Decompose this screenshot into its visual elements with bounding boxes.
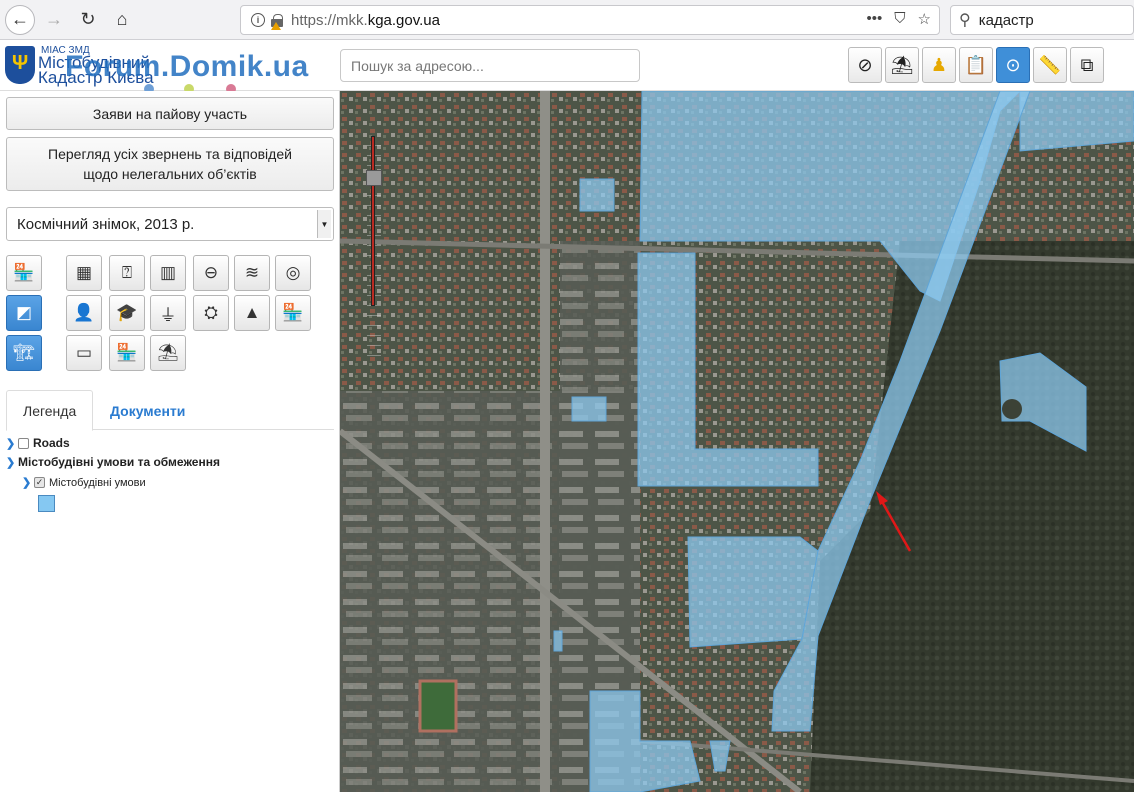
education-icon[interactable]: 🎓 [109,295,145,331]
stripes-zone-icon[interactable]: ≋ [234,255,270,291]
more-icon[interactable]: ••• [867,10,883,28]
basemap-select-value: Космічний знімок, 2013 р. [17,215,195,233]
conditions-polygon[interactable] [687,536,819,648]
kyiv-crest-icon [5,46,35,84]
clipboard-icon[interactable]: 📋 [959,47,993,83]
map-layer-icon[interactable]: ◩ [6,295,42,331]
url-bar[interactable]: i https://mkk. kga.gov.ua ••• ⛉ ☆ [240,5,940,35]
tab-documents[interactable]: Документи [94,390,201,431]
url-protocol: https://mkk. [291,11,368,29]
address-search-input[interactable] [340,49,640,82]
tree-row-roads: ❯ Roads [6,436,70,450]
road-icon[interactable]: ▲ [234,295,270,331]
market-stall-icon[interactable]: 🏪 [109,335,145,371]
conditions-checkbox[interactable]: ✓ [34,477,45,488]
zoom-slider[interactable] [366,136,382,356]
illegal-objects-button[interactable]: Перегляд усіх звернень та відповідей щод… [6,137,334,191]
forest-area [980,291,1134,611]
polygon-hole [1002,399,1022,419]
green-zone-icon[interactable]: ◎ [275,255,311,291]
url-host: kga.gov.ua [367,11,440,29]
restricted-zone-icon[interactable]: ⊖ [193,255,229,291]
reload-icon[interactable]: ↻ [73,5,103,35]
compass-icon[interactable]: ⊙ [996,47,1030,83]
search-icon: ⚲ [959,12,971,29]
chevron-down-icon[interactable]: ▼ [317,210,331,238]
satellite-map[interactable] [340,91,1134,792]
police-badge-icon[interactable]: ⛭ [193,295,229,331]
zoom-handle[interactable] [366,170,382,186]
person-icon[interactable]: 👤 [66,295,102,331]
browser-search-value: кадастр [978,11,1034,29]
conditions-polygon[interactable] [553,630,563,652]
warning-icon [271,22,281,30]
parcel-question-icon[interactable]: ⍰ [109,255,145,291]
roads-checkbox[interactable] [18,437,29,449]
conditions-polygon[interactable] [1019,91,1134,152]
pocket-icon[interactable]: ⛉ [894,10,905,28]
browser-search[interactable]: ⚲ кадастр [950,5,1134,35]
tool-strip: ⊘ ⛱ ♟ 📋 ⊙ 📏 ⧉ [848,47,1104,83]
conditions-polygon[interactable] [579,178,615,212]
shop-icon[interactable]: 🏪 [275,295,311,331]
conditions-polygon[interactable] [571,396,607,422]
forum-watermark: Forum.Domik.ua [65,50,309,83]
tree-label-group: Містобудівні умови та обмеження [18,455,220,469]
legend-swatch [38,495,55,512]
basemap-select[interactable]: Космічний знімок, 2013 р. ▼ [6,207,334,241]
tree-row-group: ❯ Містобудівні умови та обмеження [6,455,220,469]
umbrella-stall-icon[interactable]: ⛱ [150,335,186,371]
ruler-icon[interactable]: 📏 [1033,47,1067,83]
construction-crane-icon[interactable]: 🏗 [6,335,42,371]
zoom-track[interactable] [371,136,375,306]
share-participation-button[interactable]: Заяви на пайову участь [6,97,334,130]
back-icon[interactable]: ← [5,4,35,35]
sidebar-tabs: Легенда Документи [6,390,334,431]
stadium [418,679,458,733]
monument-icon[interactable]: ⏚ [150,295,186,331]
star-icon[interactable]: ☆ [918,10,931,28]
tree-label-child: Містобудівні умови [49,476,146,489]
map-canvas[interactable] [340,91,1134,792]
forward-icon[interactable]: → [39,5,69,35]
chevron-down-icon[interactable]: ❯ [6,456,18,469]
kiosk-umbrella-icon[interactable]: ⛱ [885,47,919,83]
kiosk-icon[interactable]: 🏪 [6,255,42,291]
tab-legend[interactable]: Легенда [6,390,94,431]
tree-row-child: ❯ ✓ Містобудівні умови [22,476,146,490]
sidebar: Заяви на пайову участь Перегляд усіх зве… [0,91,340,792]
chevron-right-icon[interactable]: ❯ [6,437,18,450]
tree-label-roads: Roads [33,436,70,450]
area-measure-icon[interactable]: ⧉ [1070,47,1104,83]
home-icon[interactable]: ⌂ [107,5,137,35]
billboard-icon[interactable]: ▭ [66,335,102,371]
parcel-hatch-icon[interactable]: ▦ [66,255,102,291]
no-kiosk-icon[interactable]: ⊘ [848,47,882,83]
app-header: МІАС ЗМД Містобудівний Кадастр Києва For… [0,40,1134,94]
browser-toolbar: ← → ↻ ⌂ i https://mkk. kga.gov.ua ••• ⛉ ☆… [0,0,1134,40]
chevron-down-icon[interactable]: ❯ [22,476,34,489]
info-icon[interactable]: i [251,13,265,27]
street-view-person-icon[interactable]: ♟ [922,47,956,83]
hatch-area-icon[interactable]: ▥ [150,255,186,291]
